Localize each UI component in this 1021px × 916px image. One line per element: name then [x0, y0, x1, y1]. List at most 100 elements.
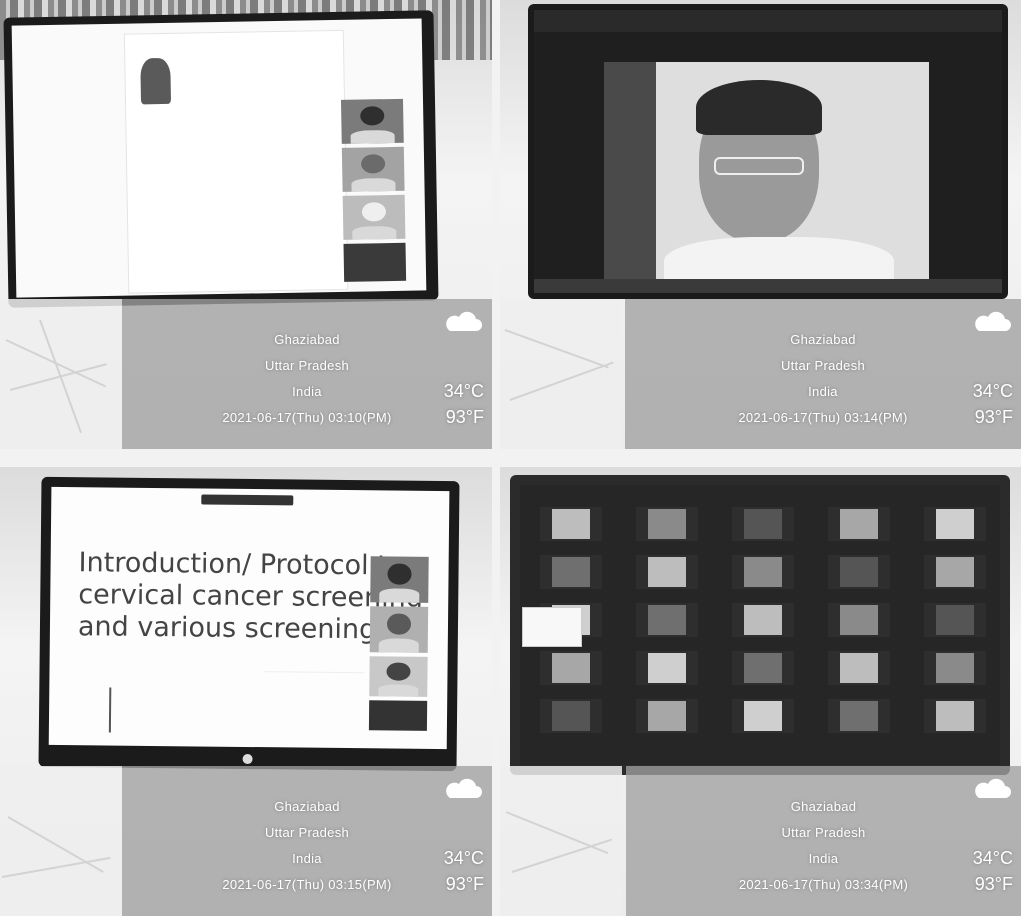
map-thumbnail [0, 766, 122, 916]
participant-strip [534, 10, 1002, 32]
participant-tile[interactable] [341, 146, 405, 192]
participant-tile[interactable] [924, 651, 986, 685]
participant-video [648, 605, 686, 635]
participant-tile[interactable] [636, 699, 698, 733]
participant-tile[interactable] [636, 507, 698, 541]
gallery-view [520, 485, 1000, 765]
participant-tile[interactable] [828, 555, 890, 589]
participant-video [936, 701, 974, 731]
participant-tile[interactable] [828, 699, 890, 733]
slide-logo [108, 687, 128, 733]
participant-video [648, 701, 686, 731]
participant-tile[interactable] [924, 507, 986, 541]
participant-tile[interactable] [828, 651, 890, 685]
geotag-city: Ghaziabad [790, 799, 857, 814]
participant-video [648, 509, 686, 539]
profile-photo [140, 57, 172, 105]
participant-tile[interactable] [732, 555, 794, 589]
participant-tile[interactable] [636, 555, 698, 589]
participant-video [936, 557, 974, 587]
temperature-f: 93°F [445, 407, 484, 427]
participant-tile[interactable] [636, 651, 698, 685]
participant-video [552, 701, 590, 731]
photo-panel-bottom-left: Introduction/ Protocol to cervical cance… [0, 467, 492, 916]
geotag-overlay: Ghaziabad Uttar Pradesh India 2021-06-17… [625, 299, 1021, 449]
geotag-country: India [292, 851, 322, 866]
participant-video [552, 557, 590, 587]
temperature-c: 34°C [972, 848, 1013, 868]
share-banner [201, 494, 294, 506]
laptop-screen [528, 4, 1008, 299]
participant-tile[interactable] [540, 507, 602, 541]
map-thumbnail [0, 299, 122, 449]
active-speaker-video [604, 62, 929, 282]
participant-tile[interactable] [369, 606, 429, 653]
speaker-shirt [664, 237, 894, 282]
participant-video [840, 557, 878, 587]
geotag-state: Uttar Pradesh [264, 825, 350, 840]
participant-video [744, 557, 782, 587]
geotag-country: India [808, 851, 839, 866]
participant-tile[interactable] [924, 603, 986, 637]
map-thumbnail [500, 299, 622, 449]
geotag-state: Uttar Pradesh [781, 825, 866, 840]
door-frame [604, 62, 656, 282]
photo-panel-top-right: Ghaziabad Uttar Pradesh India 2021-06-17… [500, 0, 1021, 449]
laptop-screen [510, 475, 1010, 775]
video-call-window [11, 18, 427, 298]
participant-tile[interactable] [340, 98, 404, 144]
participant-tile[interactable] [732, 699, 794, 733]
participant-tile[interactable] [342, 194, 406, 240]
participant-video [936, 509, 974, 539]
participant-video [936, 653, 974, 683]
geotag-overlay: Ghaziabad Uttar Pradesh India 2021-06-17… [122, 299, 492, 449]
participant-video [744, 605, 782, 635]
participant-tile[interactable] [828, 603, 890, 637]
cloud-icon [446, 311, 482, 331]
presentation-slide: Introduction/ Protocol to cervical cance… [48, 486, 450, 750]
laptop-screen: Introduction/ Protocol to cervical cance… [38, 476, 460, 772]
laptop-logo [242, 753, 253, 765]
participant-tile[interactable] [636, 603, 698, 637]
photo-panel-top-left: Ghaziabad Uttar Pradesh India 2021-06-17… [0, 0, 492, 449]
participant-tile[interactable] [828, 507, 890, 541]
temperature-f: 93°F [974, 407, 1013, 427]
participant-video [552, 653, 590, 683]
participant-tile[interactable] [369, 656, 428, 697]
cloud-icon [975, 311, 1011, 331]
participant-video [840, 605, 878, 635]
geotag-overlay: Ghaziabad Uttar Pradesh India 2021-06-17… [122, 766, 492, 916]
participant-tile[interactable] [370, 556, 429, 603]
temperature-c: 34°C [972, 381, 1013, 401]
cloud-icon [975, 778, 1011, 798]
participant-video [840, 701, 878, 731]
laptop-screen [3, 10, 439, 308]
temperature-c: 34°C [443, 381, 484, 401]
participant-tile[interactable] [540, 699, 602, 733]
wall-note [522, 607, 582, 647]
temperature-f: 93°F [974, 874, 1013, 894]
participant-video [840, 509, 878, 539]
meeting-toolbar[interactable] [534, 279, 1002, 293]
participant-video [552, 509, 590, 539]
geotag-datetime: 2021-06-17(Thu) 03:15(PM) [222, 877, 392, 892]
geotag-datetime: 2021-06-17(Thu) 03:10(PM) [222, 410, 392, 425]
temperature-f: 93°F [445, 874, 484, 894]
speaker-hair [696, 80, 822, 135]
participant-video [648, 557, 686, 587]
participant-tile[interactable] [924, 699, 986, 733]
participant-tile[interactable] [368, 700, 428, 731]
participant-tile[interactable] [732, 603, 794, 637]
geotag-datetime: 2021-06-17(Thu) 03:14(PM) [738, 410, 908, 425]
participant-tile[interactable] [732, 651, 794, 685]
geotag-country: India [808, 384, 838, 399]
participant-tile[interactable] [540, 555, 602, 589]
participant-tile[interactable] [343, 242, 407, 282]
participant-tile[interactable] [732, 507, 794, 541]
geotag-city: Ghaziabad [274, 332, 340, 347]
participant-video [936, 605, 974, 635]
video-call-window [534, 10, 1002, 293]
participant-video [744, 509, 782, 539]
participant-tile[interactable] [540, 651, 602, 685]
participant-tile[interactable] [924, 555, 986, 589]
